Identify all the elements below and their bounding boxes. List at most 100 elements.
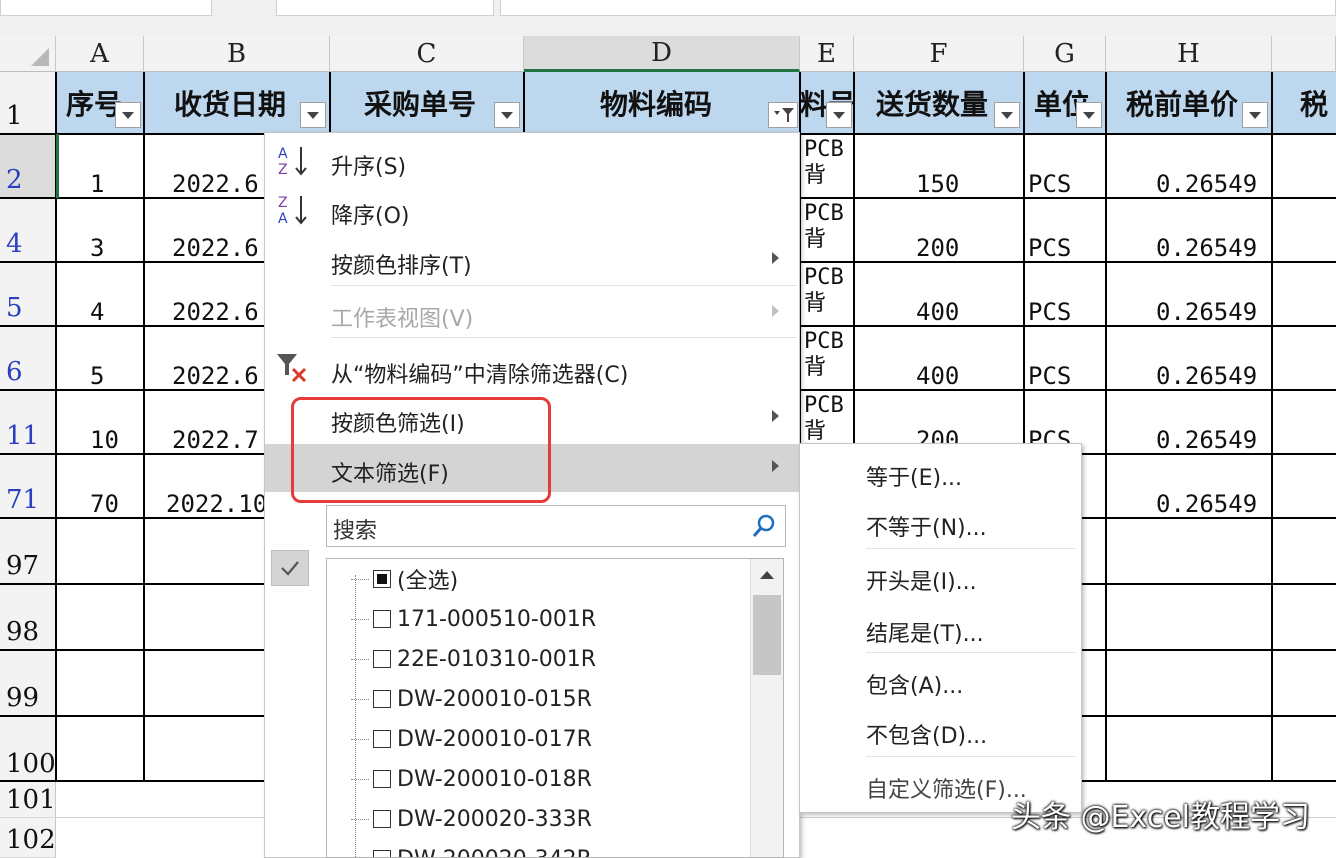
cell-b71[interactable]: 2022.10 xyxy=(166,490,264,518)
checkbox[interactable] xyxy=(373,610,391,628)
cell-h4[interactable]: 0.26549 xyxy=(1156,234,1257,262)
menu-item-sort-by-color[interactable]: 按颜色排序(T) xyxy=(265,236,799,284)
column-header-e[interactable]: E xyxy=(800,36,854,72)
cell-e2[interactable]: PCB 背 xyxy=(804,137,844,189)
column-header-c[interactable]: C xyxy=(330,36,524,72)
cell-h6[interactable]: 0.26549 xyxy=(1156,362,1257,390)
list-item[interactable]: DW-200010-017R xyxy=(351,721,592,757)
cell-g5[interactable]: PCS xyxy=(1028,298,1071,326)
list-item[interactable]: 171-000510-001R xyxy=(351,601,596,637)
cell-f6[interactable]: 400 xyxy=(916,362,959,390)
list-item[interactable]: 22E-010310-001R xyxy=(351,641,596,677)
checkbox[interactable] xyxy=(373,650,391,668)
row-header-97[interactable]: 97 xyxy=(0,518,56,584)
submenu-item-equals[interactable]: 等于(E)... xyxy=(866,460,962,492)
filter-dropdown-e[interactable] xyxy=(826,102,852,128)
submenu-item-not-contains[interactable]: 不包含(D)... xyxy=(866,718,987,750)
cell-h71[interactable]: 0.26549 xyxy=(1156,490,1257,518)
column-header-h[interactable]: H xyxy=(1106,36,1272,72)
row-header-101[interactable]: 101 xyxy=(0,782,56,818)
filter-search-input[interactable]: 搜索 xyxy=(326,505,786,547)
checkbox[interactable] xyxy=(373,770,391,788)
cell-b11[interactable]: 2022.7. xyxy=(172,426,264,454)
submenu-item-ends-with[interactable]: 结尾是(T)... xyxy=(866,616,984,648)
name-box[interactable] xyxy=(0,0,212,16)
row-header-4[interactable]: 4 xyxy=(0,198,56,262)
cell-g4[interactable]: PCS xyxy=(1028,234,1071,262)
cell-a5[interactable]: 4 xyxy=(90,298,104,326)
cell-e6[interactable]: PCB 背 xyxy=(804,329,844,381)
cell-b4[interactable]: 2022.6. xyxy=(172,234,264,262)
formula-input[interactable] xyxy=(500,0,1336,16)
cell-b2[interactable]: 2022.6. xyxy=(172,170,264,198)
row-header-71[interactable]: 71 xyxy=(0,454,56,518)
menu-item-clear-filter[interactable]: 从“物料编码”中清除筛选器(C) xyxy=(265,345,799,393)
cell-f5[interactable]: 400 xyxy=(916,298,959,326)
cell-a71[interactable]: 70 xyxy=(90,490,119,518)
cell-g2[interactable]: PCS xyxy=(1028,170,1071,198)
filter-dropdown-b[interactable] xyxy=(300,102,326,128)
submenu-item-begins-with[interactable]: 开头是(I)... xyxy=(866,564,977,596)
sort-ascending-icon: A Z xyxy=(278,146,307,178)
row-header-6[interactable]: 6 xyxy=(0,326,56,390)
menu-item-sort-descending[interactable]: Z A 降序(O) xyxy=(265,186,799,234)
cell-f4[interactable]: 200 xyxy=(916,234,959,262)
row-header-100[interactable]: 100 xyxy=(0,716,56,782)
list-item[interactable]: DW-200020-333R xyxy=(351,801,592,837)
checkbox[interactable] xyxy=(373,730,391,748)
cell-f2[interactable]: 150 xyxy=(916,170,959,198)
cell-e4[interactable]: PCB 背 xyxy=(804,201,844,253)
cell-a4[interactable]: 3 xyxy=(90,234,104,262)
cell-g6[interactable]: PCS xyxy=(1028,362,1071,390)
row-header-102[interactable]: 102 xyxy=(0,818,56,858)
header-cell-tax[interactable]: 税 xyxy=(1272,72,1336,134)
cell-b5[interactable]: 2022.6. xyxy=(172,298,264,326)
menu-item-sort-ascending[interactable]: A Z 升序(S) xyxy=(265,137,799,185)
row-header-1[interactable]: 1 xyxy=(0,72,56,134)
checkbox[interactable] xyxy=(373,570,391,588)
row-header-98[interactable]: 98 xyxy=(0,584,56,650)
submenu-item-custom-filter[interactable]: 自定义筛选(F)... xyxy=(866,772,1027,804)
filter-dropdown-a[interactable] xyxy=(115,102,141,128)
filter-dropdown-c[interactable] xyxy=(494,102,520,128)
filter-dropdown-f[interactable] xyxy=(994,102,1020,128)
row-header-5[interactable]: 5 xyxy=(0,262,56,326)
cell-h5[interactable]: 0.26549 xyxy=(1156,298,1257,326)
cell-e11[interactable]: PCB 背 xyxy=(804,393,844,445)
cell-a2[interactable]: 1 xyxy=(90,170,104,198)
cell-e5[interactable]: PCB 背 xyxy=(804,265,844,317)
submenu-item-not-equals[interactable]: 不等于(N)... xyxy=(866,510,987,542)
submenu-item-contains[interactable]: 包含(A)... xyxy=(866,668,963,700)
select-all-corner[interactable] xyxy=(0,36,56,72)
row-header-11[interactable]: 11 xyxy=(0,390,56,454)
scroll-up-icon[interactable] xyxy=(760,571,774,579)
column-header-b[interactable]: B xyxy=(144,36,330,72)
scroll-thumb[interactable] xyxy=(753,595,781,675)
header-cell-material[interactable]: 物料编码 xyxy=(524,72,800,134)
column-header-g[interactable]: G xyxy=(1024,36,1106,72)
checkbox[interactable] xyxy=(373,810,391,828)
list-item[interactable]: DW-200010-015R xyxy=(351,681,592,717)
column-header-f[interactable]: F xyxy=(854,36,1024,72)
list-item-select-all[interactable]: (全选) xyxy=(351,561,458,597)
filter-dropdown-h[interactable] xyxy=(1242,102,1268,128)
list-item[interactable]: DW-200010-018R xyxy=(351,761,592,797)
cell-h11[interactable]: 0.26549 xyxy=(1156,426,1257,454)
column-header-a[interactable]: A xyxy=(56,36,144,72)
list-item[interactable]: DW-200020-342R xyxy=(351,841,592,857)
column-header-i[interactable] xyxy=(1272,36,1336,72)
row-header-99[interactable]: 99 xyxy=(0,650,56,716)
row-header-2[interactable]: 2 xyxy=(0,134,56,198)
filter-dropdown-g[interactable] xyxy=(1076,102,1102,128)
filter-value-list[interactable]: (全选) 171-000510-001R 22E-010310-001R DW-… xyxy=(326,558,784,858)
select-all-checkmark-button[interactable] xyxy=(271,550,309,586)
cell-a6[interactable]: 5 xyxy=(90,362,104,390)
cell-b6[interactable]: 2022.6. xyxy=(172,362,264,390)
filter-dropdown-d-active[interactable] xyxy=(768,102,798,128)
cell-h2[interactable]: 0.26549 xyxy=(1156,170,1257,198)
cell-a11[interactable]: 10 xyxy=(90,426,119,454)
checkbox[interactable] xyxy=(373,690,391,708)
checkbox[interactable] xyxy=(373,850,391,857)
column-header-d[interactable]: D xyxy=(524,36,800,72)
list-scrollbar[interactable] xyxy=(750,559,783,857)
